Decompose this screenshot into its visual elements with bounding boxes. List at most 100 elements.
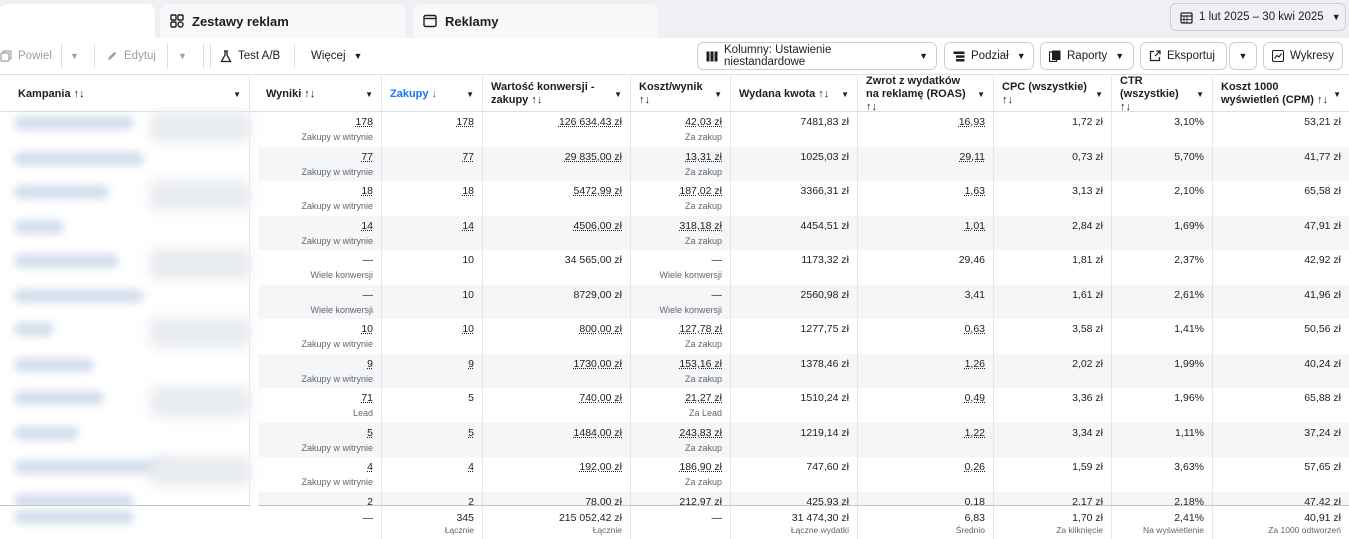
table-row[interactable]: 178 Zakupy w witrynie 178 126 634,43 zł 42,0… [258,112,1349,147]
table-row[interactable]: 71 Lead 5 740,00 zł 21,27 zł Za Lead 1510,24 z… [258,388,1349,423]
campaign-name-redacted[interactable] [14,358,94,372]
campaign-name-redacted[interactable] [14,289,144,303]
tab-campaigns[interactable] [0,4,155,38]
campaign-name-redacted[interactable] [14,254,119,268]
table-row[interactable]: — Wiele konwersji 10 34 565,00 zł — Wiele kon… [258,250,1349,285]
export-dropdown-button[interactable]: ▼ [1229,42,1257,70]
cell-purchases-value[interactable]: 9 [382,358,474,371]
cell-roas-value[interactable]: 0,49 [858,392,985,405]
cell-roas-value[interactable]: 29,11 [858,151,985,164]
chevron-down-icon[interactable]: ▼ [977,88,985,101]
cell-results-value[interactable]: 10 [258,323,373,336]
cell-purchases-value[interactable]: 77 [382,151,474,164]
cell-conversion-value-value[interactable]: 29 835,00 zł [483,151,622,164]
cell-roas-value[interactable]: 16,93 [858,116,985,129]
cell-cost-per-result-value[interactable]: 13,31 zł [631,151,722,164]
columns-button[interactable]: Kolumny: Ustawienie niestandardowe ▼ [697,42,937,70]
cell-purchases-value[interactable]: 14 [382,220,474,233]
col-header-cpc[interactable]: CPC (wszystkie) ↑↓ ▼ [994,76,1112,112]
breakdown-button[interactable]: Podział ▼ [944,42,1034,70]
col-header-roas[interactable]: Zwrot z wydatków na reklamę (ROAS) ↑↓ ▼ [858,76,994,112]
chevron-down-icon[interactable]: ▼ [1333,88,1341,101]
cell-purchases-value[interactable]: 4 [382,461,474,474]
chevron-down-icon[interactable]: ▼ [233,88,241,101]
cell-conversion-value-value[interactable]: 740,00 zł [483,392,622,405]
cell-results-value[interactable]: 4 [258,461,373,474]
cell-roas-value[interactable]: 0,26 [858,461,985,474]
table-row[interactable]: 5 Zakupy w witrynie 5 1484,00 zł 243,83 zł Za… [258,423,1349,458]
cell-purchases-value[interactable]: 5 [382,427,474,440]
table-row[interactable]: 4 Zakupy w witrynie 4 192,00 zł 186,90 zł Za … [258,457,1349,492]
cell-conversion-value-value[interactable]: 800,00 zł [483,323,622,336]
chevron-down-icon[interactable]: ▼ [1196,88,1204,101]
charts-button[interactable]: Wykresy [1263,42,1343,70]
campaign-name-redacted[interactable] [14,220,64,234]
cell-roas-value[interactable]: 1,22 [858,427,985,440]
cell-purchases-value[interactable]: 178 [382,116,474,129]
chevron-down-icon[interactable]: ▼ [841,88,849,101]
cell-cost-per-result-value[interactable]: 21,27 zł [631,392,722,405]
cell-cost-per-result-value[interactable]: 186,90 zł [631,461,722,474]
col-header-results[interactable]: Wyniki ↑↓ ▼ [258,76,382,112]
cell-purchases-value[interactable]: 10 [382,323,474,336]
campaign-name-redacted[interactable] [14,152,144,166]
table-row[interactable]: — Wiele konwersji 10 8729,00 zł — Wiele konwe… [258,285,1349,320]
cell-results-value[interactable]: 14 [258,220,373,233]
col-header-purchases[interactable]: Zakupy ↓ ▼ [382,76,483,112]
cell-conversion-value-value[interactable]: 5472,99 zł [483,185,622,198]
col-header-cost-per-result[interactable]: Koszt/wynik ↑↓ ▼ [631,76,731,112]
chevron-down-icon[interactable]: ▼ [466,88,474,101]
table-row[interactable]: 9 Zakupy w witrynie 9 1730,00 zł 153,16 zł Za… [258,354,1349,389]
date-range-picker[interactable]: 1 lut 2025 – 30 kwi 2025 ▼ [1170,3,1346,31]
cell-conversion-value-value[interactable]: 1730,00 zł [483,358,622,371]
cell-purchases-value[interactable]: 18 [382,185,474,198]
campaign-name-redacted[interactable] [14,426,79,440]
tab-ads[interactable]: Reklamy [413,4,658,38]
campaign-name-redacted[interactable] [14,185,109,199]
more-button[interactable]: Więcej ▼ [311,42,362,70]
cell-results-value[interactable]: 178 [258,116,373,129]
campaign-name-redacted[interactable] [14,322,54,336]
cell-roas-value[interactable]: 0,63 [858,323,985,336]
cell-cost-per-result-value[interactable]: 243,83 zł [631,427,722,440]
edit-button[interactable]: Edytuj [106,42,156,70]
campaign-name-redacted[interactable] [14,116,134,130]
cell-conversion-value-value[interactable]: 4506,00 zł [483,220,622,233]
table-row[interactable]: 77 Zakupy w witrynie 77 29 835,00 zł 13,31 z… [258,147,1349,182]
cell-results-value[interactable]: 18 [258,185,373,198]
col-header-amount-spent[interactable]: Wydana kwota ↑↓ ▼ [731,76,858,112]
col-header-cpm[interactable]: Koszt 1000 wyświetleń (CPM) ↑↓ ▼ [1213,76,1349,112]
cell-roas-value[interactable]: 1,63 [858,185,985,198]
col-header-campaign[interactable]: Kampania ↑↓ ▼ [10,76,250,112]
duplicate-button[interactable]: Powiel [0,42,52,70]
cell-results-value[interactable]: 5 [258,427,373,440]
cell-cost-per-result-value[interactable]: 153,16 zł [631,358,722,371]
cell-results-value[interactable]: 71 [258,392,373,405]
table-row[interactable]: 10 Zakupy w witrynie 10 800,00 zł 127,78 zł Z… [258,319,1349,354]
edit-dropdown-button[interactable]: ▼ [178,42,187,70]
cell-roas-value[interactable]: 1,01 [858,220,985,233]
cell-conversion-value-value[interactable]: 126 634,43 zł [483,116,622,129]
chevron-down-icon[interactable]: ▼ [714,88,722,101]
cell-cost-per-result-value[interactable]: 187,02 zł [631,185,722,198]
ab-test-button[interactable]: Test A/B [220,42,280,70]
export-button[interactable]: Eksportuj [1140,42,1227,70]
chevron-down-icon[interactable]: ▼ [365,88,373,101]
cell-results-value[interactable]: 9 [258,358,373,371]
cell-cost-per-result-value[interactable]: 318,18 zł [631,220,722,233]
table-row[interactable]: 18 Zakupy w witrynie 18 5472,99 zł 187,02 zł… [258,181,1349,216]
col-header-ctr[interactable]: CTR (wszystkie) ↑↓ ▼ [1112,76,1213,112]
cell-cost-per-result-value[interactable]: 42,03 zł [631,116,722,129]
cell-roas-value[interactable]: 1,26 [858,358,985,371]
campaign-name-redacted[interactable] [14,391,104,405]
cell-conversion-value-value[interactable]: 192,00 zł [483,461,622,474]
cell-results-value[interactable]: 77 [258,151,373,164]
chevron-down-icon[interactable]: ▼ [614,88,622,101]
table-row[interactable]: 14 Zakupy w witrynie 14 4506,00 zł 318,18 zł… [258,216,1349,251]
duplicate-dropdown-button[interactable]: ▼ [70,42,79,70]
tab-ad-sets[interactable]: Zestawy reklam [160,4,405,38]
cell-conversion-value-value[interactable]: 1484,00 zł [483,427,622,440]
cell-cost-per-result-value[interactable]: 127,78 zł [631,323,722,336]
reports-button[interactable]: Raporty ▼ [1040,42,1134,70]
col-header-conversion-value[interactable]: Wartość konwersji - zakupy ↑↓ ▼ [483,76,631,112]
